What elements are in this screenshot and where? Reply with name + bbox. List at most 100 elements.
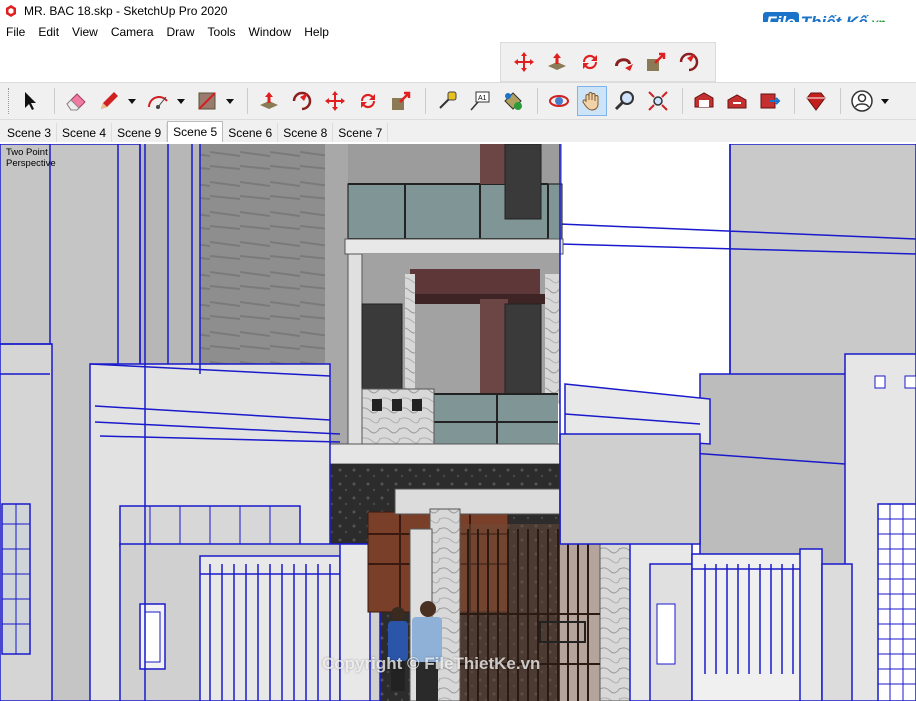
share-model-icon bbox=[727, 94, 747, 109]
eraser-tool-button[interactable] bbox=[61, 86, 91, 116]
3d-warehouse-icon bbox=[694, 92, 714, 108]
move-icon bbox=[514, 52, 534, 72]
offset-button[interactable] bbox=[287, 86, 317, 116]
menu-camera[interactable]: Camera bbox=[105, 25, 161, 39]
account-dropdown[interactable] bbox=[880, 89, 890, 113]
extension-warehouse-button[interactable] bbox=[755, 86, 785, 116]
scene-tabs-bar: Scene 3 Scene 4 Scene 9 Scene 5 Scene 6 … bbox=[0, 120, 916, 142]
move-tool-button[interactable] bbox=[509, 47, 539, 77]
toolbar-separator bbox=[425, 88, 426, 114]
share-model-button[interactable] bbox=[722, 86, 752, 116]
user-avatar-icon bbox=[851, 90, 873, 112]
rotate-icon bbox=[582, 54, 598, 70]
paint-bucket-button[interactable] bbox=[498, 86, 528, 116]
chevron-down-icon bbox=[881, 99, 889, 104]
model-viewport[interactable]: Two Point Perspective Copyright © FileTh… bbox=[0, 144, 916, 701]
line-dropdown[interactable] bbox=[127, 89, 137, 113]
move-button[interactable] bbox=[320, 86, 350, 116]
warehouse-button[interactable] bbox=[689, 86, 719, 116]
perspective-label: Two Point Perspective bbox=[6, 147, 56, 169]
tab-scene-4[interactable]: Scene 4 bbox=[57, 123, 113, 142]
zoom-button[interactable] bbox=[610, 86, 640, 116]
edit-toolbar bbox=[500, 42, 716, 82]
paint-bucket-icon bbox=[504, 92, 522, 110]
chevron-down-icon bbox=[226, 99, 234, 104]
perspective-line-2: Perspective bbox=[6, 158, 56, 169]
account-button[interactable] bbox=[847, 86, 877, 116]
line-tool-button[interactable] bbox=[94, 86, 124, 116]
arc-dropdown[interactable] bbox=[176, 89, 186, 113]
pushpull-tool-button[interactable] bbox=[542, 47, 572, 77]
pushpull-icon bbox=[260, 92, 278, 109]
rotate-tool-button[interactable] bbox=[575, 47, 605, 77]
orbit-button[interactable] bbox=[544, 86, 574, 116]
window-title: MR. BAC 18.skp - SketchUp Pro 2020 bbox=[24, 4, 228, 18]
scale-tool-button[interactable] bbox=[641, 47, 671, 77]
menu-tools[interactable]: Tools bbox=[202, 25, 243, 39]
model-render bbox=[0, 144, 916, 701]
ruby-gem-icon bbox=[806, 92, 826, 111]
zoom-extents-button[interactable] bbox=[643, 86, 673, 116]
tape-measure-icon bbox=[439, 91, 457, 109]
toolbar-separator bbox=[247, 88, 248, 114]
offset-tool-button[interactable] bbox=[674, 47, 704, 77]
toolbar-separator bbox=[54, 88, 55, 114]
orbit-icon bbox=[549, 95, 569, 107]
menu-file[interactable]: File bbox=[0, 25, 32, 39]
arc-tool-button[interactable] bbox=[143, 86, 173, 116]
offset-icon bbox=[679, 52, 699, 72]
pan-button[interactable] bbox=[577, 86, 607, 116]
svg-text:A1: A1 bbox=[478, 95, 487, 102]
rotate-icon bbox=[360, 93, 376, 109]
select-tool-button[interactable] bbox=[15, 86, 45, 116]
tab-scene-3[interactable]: Scene 3 bbox=[2, 123, 58, 142]
scale-icon bbox=[392, 91, 411, 110]
arrow-cursor-icon bbox=[25, 92, 36, 110]
menu-bar: File Edit View Camera Draw Tools Window … bbox=[0, 22, 916, 42]
rectangle-tool-button[interactable] bbox=[192, 86, 222, 116]
toolbar-separator bbox=[682, 88, 683, 114]
magnifier-icon bbox=[614, 91, 634, 111]
tab-scene-8[interactable]: Scene 8 bbox=[278, 123, 334, 142]
toolbar-grip[interactable] bbox=[8, 88, 11, 114]
copyright-watermark: Copyright © FileThietKe.vn bbox=[322, 654, 541, 673]
followme-icon bbox=[615, 58, 633, 71]
tab-scene-5[interactable]: Scene 5 bbox=[167, 121, 224, 142]
text-tool-button[interactable]: A1 bbox=[465, 86, 495, 116]
menu-view[interactable]: View bbox=[66, 25, 105, 39]
toolbar-separator bbox=[840, 88, 841, 114]
rectangle-icon bbox=[198, 92, 216, 110]
chevron-down-icon bbox=[177, 99, 185, 104]
rectangle-dropdown[interactable] bbox=[225, 89, 235, 113]
zoom-extents-icon bbox=[648, 91, 668, 111]
move-icon bbox=[325, 91, 345, 111]
pushpull-icon bbox=[548, 53, 566, 70]
perspective-line-1: Two Point bbox=[6, 147, 48, 158]
arc-icon bbox=[148, 96, 168, 109]
menu-draw[interactable]: Draw bbox=[161, 25, 202, 39]
toolbar-separator bbox=[794, 88, 795, 114]
extension-warehouse-icon bbox=[760, 93, 781, 109]
chevron-down-icon bbox=[128, 99, 136, 104]
offset-icon bbox=[292, 91, 312, 111]
main-toolbar: A1 bbox=[0, 82, 916, 120]
followme-tool-button[interactable] bbox=[608, 47, 638, 77]
menu-edit[interactable]: Edit bbox=[32, 25, 66, 39]
tab-scene-9[interactable]: Scene 9 bbox=[112, 123, 168, 142]
eraser-icon bbox=[66, 93, 86, 111]
toolbar-separator bbox=[537, 88, 538, 114]
tape-measure-button[interactable] bbox=[432, 86, 462, 116]
scale-button[interactable] bbox=[386, 86, 416, 116]
ruby-console-button[interactable] bbox=[801, 86, 831, 116]
menu-help[interactable]: Help bbox=[298, 25, 336, 39]
pushpull-button[interactable] bbox=[254, 86, 284, 116]
sketchup-app-icon bbox=[4, 4, 18, 18]
tab-scene-6[interactable]: Scene 6 bbox=[223, 123, 279, 142]
tab-scene-7[interactable]: Scene 7 bbox=[333, 123, 389, 142]
rotate-button[interactable] bbox=[353, 86, 383, 116]
scale-icon bbox=[647, 52, 666, 71]
hand-icon bbox=[582, 92, 599, 111]
title-bar: MR. BAC 18.skp - SketchUp Pro 2020 File … bbox=[0, 0, 916, 34]
menu-window[interactable]: Window bbox=[243, 25, 299, 39]
text-label-icon: A1 bbox=[470, 91, 490, 111]
